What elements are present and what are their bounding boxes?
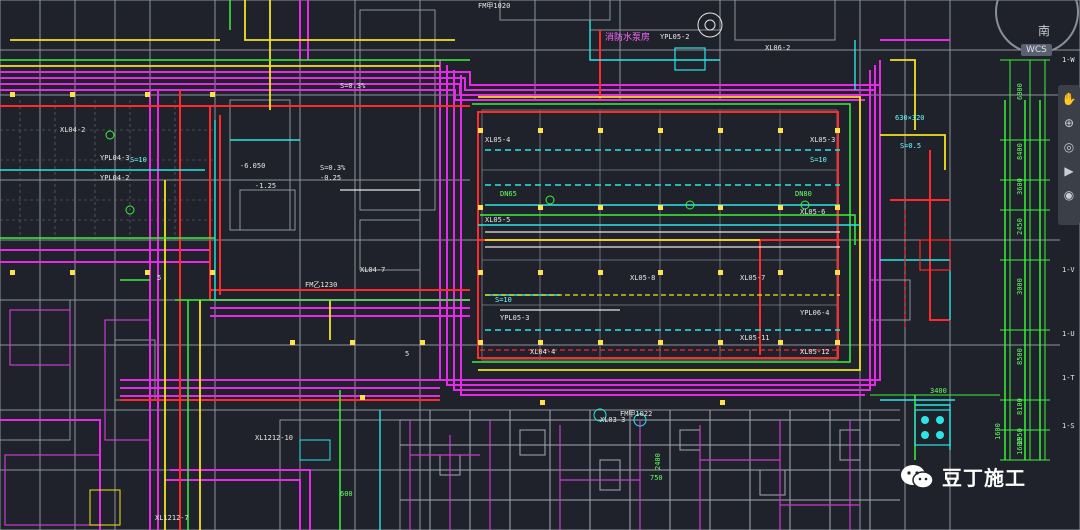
orbit-icon[interactable]: ◎ — [1061, 139, 1077, 155]
label-xl05-6: XL05-6 — [800, 208, 825, 216]
label-yl05-2: YPL05-2 — [660, 33, 690, 41]
label-duct-size: 630×320 — [895, 114, 925, 122]
label-yl04-2: YPL04-2 — [100, 174, 130, 182]
dimension-text: 3000 — [1016, 278, 1024, 295]
label-xl06-2: XL06-2 — [765, 44, 790, 52]
dimension-text: 6000 — [1016, 83, 1024, 100]
label-s10a: S=10 — [130, 156, 147, 164]
label-1600: 1600 — [994, 423, 1002, 440]
label-5a: 5 — [157, 274, 161, 282]
label-slope2: S=0.3% — [320, 164, 346, 172]
label-s10b: S=10 — [810, 156, 827, 164]
label-fm-top: FM甲1020 — [478, 2, 510, 10]
label-xl05-7: XL05-7 — [740, 274, 765, 282]
label-yl04-3: YPL04-3 — [100, 154, 130, 162]
wcs-menu-button[interactable]: WCS — [1021, 44, 1052, 56]
apartment-walls — [400, 410, 900, 530]
label-xl05-4: XL05-4 — [485, 136, 510, 144]
label-yl05-3: YPL05-3 — [500, 314, 530, 322]
watermark-text: 豆丁施工 — [942, 466, 1026, 490]
dimension-text: 1600 — [1016, 438, 1024, 455]
label-elev-6050: -6.050 — [240, 162, 265, 170]
axis-label: 1-T — [1062, 374, 1075, 382]
dimension-text: 3600 — [1016, 178, 1024, 195]
label-fm-mid: FM乙1230 — [305, 281, 337, 289]
cad-viewport[interactable]: FM甲1020 消防水泵房 FM乙1230 FM甲1022 S=0.3% S=0… — [0, 0, 1080, 530]
axis-label: 1-V — [1062, 266, 1075, 274]
label-xl04-4: XL04-4 — [530, 348, 555, 356]
label-5b: 5 — [405, 350, 409, 358]
axis-label: 1-S — [1062, 422, 1075, 430]
mep-floor-plan-drawing[interactable]: FM甲1020 消防水泵房 FM乙1230 FM甲1022 S=0.3% S=0… — [0, 0, 1080, 530]
label-s10c: S=10 — [495, 296, 512, 304]
steering-wheel-icon[interactable]: ◉ — [1061, 187, 1077, 203]
dashed-red-pipe — [480, 210, 906, 351]
label-slope1: S=0.3% — [340, 82, 366, 90]
water-supply-pipe — [0, 0, 946, 530]
view-cube[interactable]: 南 WCS — [985, 0, 1080, 70]
central-room-grid — [481, 109, 838, 361]
dimension-text: 2450 — [1016, 218, 1024, 235]
zoom-icon[interactable]: ⊕ — [1061, 115, 1077, 131]
view-cube-face[interactable]: 南 — [1038, 22, 1050, 39]
label-750: 750 — [650, 474, 663, 482]
label-3400: 3400 — [930, 387, 947, 395]
drainage-pipe-bundle — [0, 0, 950, 530]
label-dn80: DN80 — [795, 190, 812, 198]
dimension-text: 8100 — [1016, 398, 1024, 415]
label-pump-room: 消防水泵房 — [605, 31, 650, 43]
label-xl05-8: XL05-8 — [630, 274, 655, 282]
dimension-text: 8400 — [1016, 143, 1024, 160]
right-dimension-texts: 600084003600245030008500810019501600 — [1016, 83, 1024, 455]
label-dn65: DN65 — [500, 190, 517, 198]
pan-icon[interactable]: ✋ — [1061, 91, 1077, 107]
dimension-text: 8500 — [1016, 348, 1024, 365]
label-xl03: XL03-3 — [600, 416, 625, 424]
label-600: 600 — [340, 490, 353, 498]
label-xl04-7: XL04-7 — [360, 266, 385, 274]
label-xl05-5: XL05-5 — [485, 216, 510, 224]
label-elev-025: -0.25 — [320, 174, 341, 182]
label-xl05-11: XL05-11 — [740, 334, 770, 342]
label-s05: S=0.5 — [900, 142, 921, 150]
white-duct — [340, 189, 840, 311]
label-xl12-10: XL1212-10 — [255, 434, 293, 442]
label-xl04-2: XL04-2 — [60, 126, 85, 134]
label-xl05-12: XL05-12 — [800, 348, 830, 356]
axis-label: 1-U — [1062, 330, 1075, 338]
watermark: 豆丁施工 — [900, 462, 1026, 491]
label-xl12-7: XL1212-7 — [155, 514, 189, 522]
navigation-bar: ✋ ⊕ ◎ ▶ ◉ — [1058, 85, 1080, 225]
label-elev-125: -1.25 — [255, 182, 276, 190]
showmotion-icon[interactable]: ▶ — [1061, 163, 1077, 179]
label-xl05-3: XL05-3 — [810, 136, 835, 144]
label-yl06-4: YPL06-4 — [800, 309, 830, 317]
label-2400: 2400 — [654, 453, 662, 470]
wechat-icon — [900, 464, 934, 490]
